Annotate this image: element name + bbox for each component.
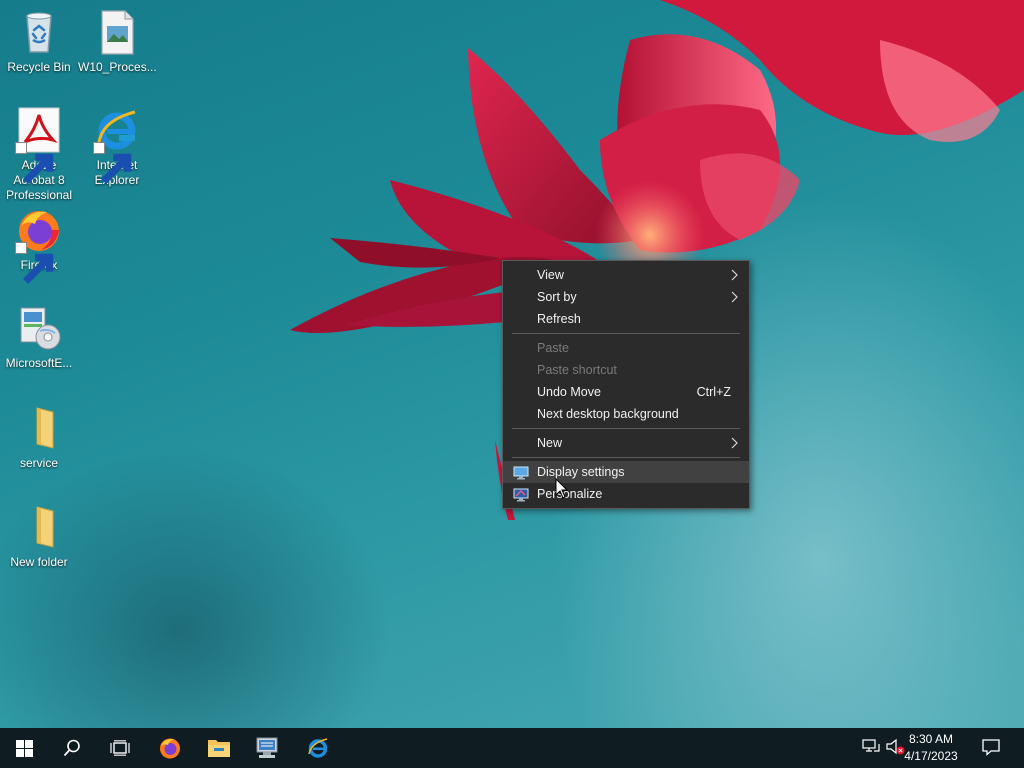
menu-item-label: Undo Move [537,385,601,399]
desktop[interactable]: Recycle Bin W10_Proces... Adobe Acrobat … [0,0,1024,728]
adobe-acrobat-icon [15,106,63,184]
desktop-icon-recycle-bin[interactable]: Recycle Bin [0,8,78,75]
clock-date: 4/17/2023 [904,749,958,763]
menu-item-label: Paste shortcut [537,363,617,377]
menu-item-display-settings[interactable]: Display settings [503,461,749,483]
file-explorer-icon [208,740,230,757]
clock[interactable]: 8:30 AM 4/17/2023 [896,731,966,765]
chevron-right-icon [731,291,739,303]
display-settings-icon [513,465,529,480]
start-button[interactable] [0,728,48,768]
menu-item-refresh[interactable]: Refresh [503,308,749,330]
folder-icon [15,503,63,551]
internet-explorer-icon [308,738,328,758]
shortcut-arrow-icon [15,242,54,284]
menu-item-view[interactable]: View [503,264,749,286]
mouse-cursor-icon [555,478,569,499]
menu-item-label: New [537,436,563,450]
menu-item-label: Sort by [537,290,577,304]
search-icon [63,739,80,757]
menu-item-next-desktop-background[interactable]: Next desktop background [503,403,749,425]
image-file-icon [93,8,141,56]
menu-separator [512,457,740,458]
menu-item-sort-by[interactable]: Sort by [503,286,749,308]
menu-separator [512,333,740,334]
menu-item-label: Refresh [537,312,581,326]
firefox-icon [160,738,180,759]
menu-item-paste: Paste [503,337,749,359]
task-view-icon [110,740,130,756]
internet-explorer-icon [93,106,141,184]
menu-item-paste-shortcut: Paste shortcut [503,359,749,381]
shortcut-arrow-icon [15,142,54,184]
menu-item-label: Personalize [537,487,603,501]
firefox-icon [15,206,63,284]
menu-item-label: Display settings [537,465,625,479]
menu-item-label: Next desktop background [537,407,679,421]
chevron-right-icon [731,437,739,449]
installer-icon [15,304,63,352]
desktop-icon-internet-explorer[interactable]: Internet Explorer [78,106,156,188]
taskbar: 8:30 AM 4/17/2023 [0,728,1024,768]
network-icon[interactable] [862,738,880,756]
personalize-icon [513,487,529,502]
desktop-icon-label: W10_Proces... [78,60,157,74]
desktop-icon-label: service [19,456,58,470]
menu-item-label: Paste [537,341,569,355]
menu-separator [512,428,740,429]
desktop-icon-service-folder[interactable]: service [0,404,78,471]
taskbar-file-explorer[interactable] [195,728,243,768]
menu-item-shortcut: Ctrl+Z [696,385,731,399]
desktop-icon-label: New folder [10,555,68,569]
shortcut-arrow-icon [93,142,132,184]
folder-icon [15,404,63,452]
clock-time: 8:30 AM [908,732,954,746]
network-computer-icon [256,737,278,758]
menu-item-label: View [537,268,564,282]
desktop-icon-firefox[interactable]: Firefox [0,206,78,284]
menu-item-new[interactable]: New [503,432,749,454]
desktop-context-menu: View Sort by Refresh Paste Paste shortcu… [502,260,750,509]
desktop-icon-label: MicrosoftE... [5,356,73,370]
notifications-icon[interactable] [982,738,1000,756]
taskbar-firefox[interactable] [146,728,194,768]
menu-item-personalize[interactable]: Personalize [503,483,749,505]
recycle-bin-icon [15,8,63,56]
desktop-icon-w10-process[interactable]: W10_Proces... [78,8,157,75]
desktop-icon-label: Recycle Bin [7,60,71,74]
chevron-right-icon [731,269,739,281]
task-view-button[interactable] [96,728,144,768]
desktop-icon-new-folder[interactable]: New folder [0,503,78,570]
taskbar-internet-explorer[interactable] [294,728,342,768]
menu-item-undo-move[interactable]: Undo Move Ctrl+Z [503,381,749,403]
desktop-icon-microsoft-edge-installer[interactable]: MicrosoftE... [0,304,78,371]
search-button[interactable] [48,728,96,768]
taskbar-network-app[interactable] [244,728,292,768]
start-icon [15,739,33,757]
desktop-icon-adobe-acrobat[interactable]: Adobe Acrobat 8 Professional [0,106,78,203]
